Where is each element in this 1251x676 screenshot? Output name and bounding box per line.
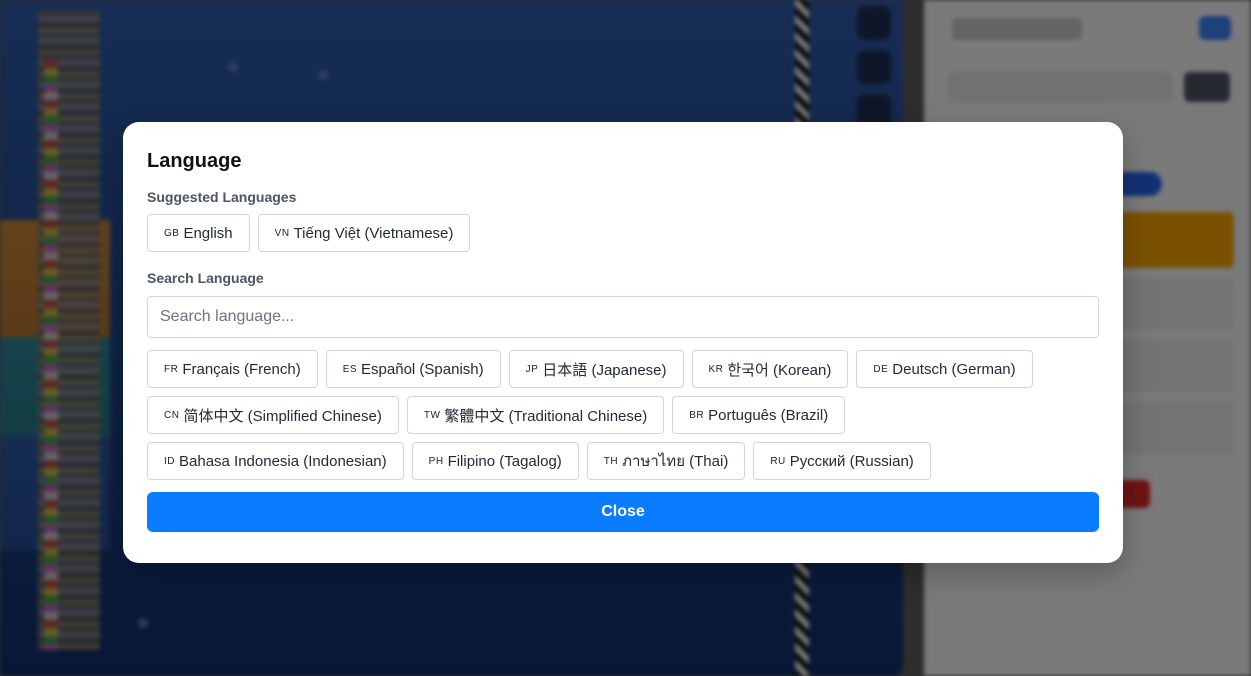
language-list: FR Français (French) ES Español (Spanish) JP… (147, 350, 1099, 480)
suggested-languages-label: Suggested Languages (147, 189, 297, 205)
flag-code-icon: TH (603, 455, 619, 467)
language-option-label: Deutsch (German) (892, 360, 1016, 378)
flag-code-icon: DE (873, 363, 889, 375)
language-option-label: Tiếng Việt (Vietnamese) (293, 224, 454, 242)
flag-code-icon: TW (423, 409, 441, 421)
close-button[interactable]: Close (147, 492, 1099, 532)
language-option-label: ภาษาไทย (Thai) (622, 453, 729, 470)
flag-code-icon: JP (525, 363, 539, 375)
language-option-ph[interactable]: PH Filipino (Tagalog) (411, 442, 579, 480)
language-option-th[interactable]: TH ภาษาไทย (Thai) (586, 442, 746, 480)
language-option-label: English (183, 224, 233, 242)
language-option-label: Español (Spanish) (361, 360, 484, 378)
flag-code-icon: CN (164, 409, 180, 421)
language-option-br[interactable]: BR Português (Brazil) (672, 396, 846, 434)
language-option-gb[interactable]: GB English (147, 214, 250, 252)
flag-code-icon: RU (770, 455, 786, 467)
language-option-label: Bahasa Indonesia (Indonesian) (179, 452, 387, 470)
language-option-ru[interactable]: RU Русский (Russian) (753, 442, 931, 480)
flag-code-icon: ES (342, 363, 358, 375)
suggested-languages-list: GB English VN Tiếng Việt (Vietnamese) (147, 214, 1099, 252)
flag-code-icon: PH (428, 455, 444, 467)
language-option-kr[interactable]: KR 한국어 (Korean) (691, 350, 849, 388)
language-option-cn[interactable]: CN 简体中文 (Simplified Chinese) (147, 396, 399, 434)
language-modal: Language Suggested Languages GB English VN… (123, 122, 1123, 563)
language-option-label: Français (French) (182, 360, 301, 378)
language-option-de[interactable]: DE Deutsch (German) (856, 350, 1033, 388)
language-option-label: 繁體中文 (Traditional Chinese) (444, 407, 648, 425)
language-option-label: 한국어 (Korean) (727, 361, 832, 379)
language-option-fr[interactable]: FR Français (French) (147, 350, 318, 388)
flag-code-icon: GB (164, 227, 180, 239)
language-option-tw[interactable]: TW 繁體中文 (Traditional Chinese) (406, 396, 665, 434)
language-option-label: 日本語 (Japanese) (542, 361, 667, 379)
language-option-jp[interactable]: JP 日本語 (Japanese) (508, 350, 684, 388)
search-language-label: Search Language (147, 270, 264, 286)
flag-code-icon: FR (164, 363, 179, 375)
language-option-label: 简体中文 (Simplified Chinese) (183, 407, 382, 425)
language-option-id[interactable]: ID Bahasa Indonesia (Indonesian) (147, 442, 404, 480)
flag-code-icon: BR (689, 409, 705, 421)
language-option-es[interactable]: ES Español (Spanish) (325, 350, 501, 388)
flag-code-icon: ID (164, 455, 175, 467)
language-option-label: Русский (Russian) (789, 452, 914, 470)
language-option-label: Filipino (Tagalog) (447, 452, 562, 470)
language-option-vn[interactable]: VN Tiếng Việt (Vietnamese) (257, 214, 471, 252)
search-language-input[interactable] (147, 296, 1099, 338)
modal-title: Language (147, 150, 242, 172)
flag-code-icon: VN (274, 227, 290, 239)
flag-code-icon: KR (708, 363, 724, 375)
language-option-label: Português (Brazil) (708, 406, 829, 424)
